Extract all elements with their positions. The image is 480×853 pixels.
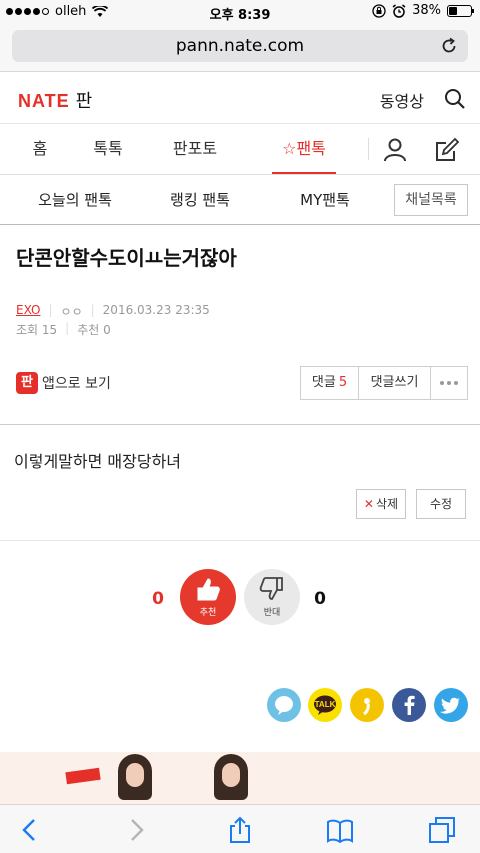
nav-divider — [368, 138, 369, 160]
more-button[interactable] — [431, 367, 467, 399]
video-link[interactable]: 동영상 — [380, 88, 424, 112]
talk-text: TALK — [315, 700, 336, 709]
app-view-link[interactable]: 판 앱으로 보기 — [16, 372, 111, 394]
status-bar: olleh 오후 8:39 38% — [0, 0, 480, 24]
logo-nate: NATE — [18, 91, 70, 111]
browser-toolbar — [0, 804, 480, 853]
comments-button[interactable]: 댓글 5 — [301, 367, 359, 399]
recommend-button[interactable]: 추천 — [180, 569, 236, 625]
address-bar[interactable]: pann.nate.com — [12, 30, 468, 62]
browser-url-area: pann.nate.com — [0, 24, 480, 72]
pann-app-icon: 판 — [16, 372, 38, 394]
share-kakaotalk-button[interactable]: TALK — [308, 688, 342, 722]
site-logo[interactable]: NATE 판 — [18, 87, 93, 113]
ad-model-image-1 — [118, 754, 152, 800]
bookmarks-icon[interactable] — [326, 816, 354, 844]
delete-button[interactable]: ✕ 삭제 — [356, 489, 406, 519]
search-icon[interactable] — [444, 88, 466, 110]
user-icon[interactable] — [382, 137, 408, 163]
logo-pan: 판 — [75, 91, 94, 112]
write-comment-button[interactable]: 댓글쓰기 — [359, 367, 431, 399]
channel-list-button[interactable]: 채널목록 — [394, 184, 468, 216]
share-icon[interactable] — [226, 816, 254, 844]
speech-bubble-icon — [275, 696, 293, 715]
post-category[interactable]: EXO — [16, 303, 40, 320]
page: olleh 오후 8:39 38% pann.nate.com NATE 판 동… — [0, 0, 480, 853]
battery-icon — [447, 4, 474, 17]
oppose-button[interactable]: 반대 — [244, 569, 300, 625]
sub-nav: 오늘의 팬톡 랭킹 팬톡 MY팬톡 채널목록 — [0, 175, 480, 225]
edit-button[interactable]: 수정 — [416, 489, 466, 519]
subnav-my-fantalk[interactable]: MY팬톡 — [290, 175, 360, 225]
share-talk-button[interactable] — [267, 688, 301, 722]
subnav-ranking-fantalk[interactable]: 랭킹 팬톡 — [156, 175, 244, 225]
main-nav: 홈 톡톡 판포토 ☆팬톡 — [0, 124, 480, 175]
ad-banner[interactable] — [0, 752, 480, 804]
rotation-lock-icon — [372, 3, 386, 18]
ad-badge-image — [65, 767, 101, 785]
post-author: ㅇㅇ — [60, 305, 83, 319]
post-content: 이렇게말하면 매장당하녀 — [14, 452, 182, 471]
recommend-label: 추천 — [199, 608, 217, 618]
site-header: NATE 판 동영상 — [0, 72, 480, 124]
ad-model-image-2 — [214, 754, 248, 800]
battery-percent: 38% — [412, 3, 441, 18]
facebook-icon — [404, 695, 415, 715]
delete-x-icon: ✕ — [363, 497, 374, 511]
forward-icon[interactable] — [122, 816, 150, 844]
oppose-count: 0 — [314, 589, 326, 609]
post-recommends: 추천 0 — [77, 323, 111, 337]
share-twitter-button[interactable] — [434, 688, 468, 722]
tab-fantalk[interactable]: ☆팬톡 — [272, 124, 336, 174]
oppose-label: 반대 — [263, 608, 281, 618]
back-icon[interactable] — [16, 816, 44, 844]
post-date: 2016.03.23 23:35 — [102, 303, 210, 317]
share-kakaostory-button[interactable] — [350, 688, 384, 722]
alarm-icon — [392, 3, 406, 18]
tabs-icon[interactable] — [428, 816, 456, 844]
write-icon[interactable] — [434, 137, 460, 163]
recommend-count: 0 — [152, 589, 164, 609]
subnav-today-fantalk[interactable]: 오늘의 팬톡 — [26, 175, 124, 225]
share-facebook-button[interactable] — [392, 688, 426, 722]
status-right: 38% — [372, 3, 474, 18]
content-divider — [0, 424, 480, 425]
post-stats: 조회 15 | 추천 0 — [16, 321, 111, 337]
app-view-label: 앱으로 보기 — [42, 376, 111, 392]
twitter-icon — [439, 697, 460, 714]
kakaostory-icon — [363, 698, 370, 716]
thumbs-down-icon — [259, 577, 283, 600]
tab-toktok[interactable]: 톡톡 — [82, 124, 134, 174]
delete-label: 삭제 — [375, 497, 399, 511]
more-icon — [431, 367, 467, 399]
comments-count: 5 — [338, 375, 348, 390]
comments-label: 댓글 — [311, 375, 336, 390]
tab-panphoto[interactable]: 판포토 — [162, 124, 228, 174]
tab-home[interactable]: 홈 — [14, 124, 66, 174]
reload-icon[interactable] — [440, 37, 458, 55]
url-text: pann.nate.com — [175, 36, 305, 56]
post-views: 조회 15 — [16, 323, 58, 337]
comment-button-group: 댓글 5 댓글쓰기 — [300, 366, 468, 400]
post-title: 단콘안할수도이ㅛ는거잖아 — [16, 246, 237, 270]
post-meta: EXO | ㅇㅇ | 2016.03.23 23:35 — [16, 303, 210, 320]
thumbs-up-icon — [197, 578, 220, 601]
kakaotalk-icon: TALK — [314, 695, 336, 715]
vote-divider — [0, 540, 480, 541]
